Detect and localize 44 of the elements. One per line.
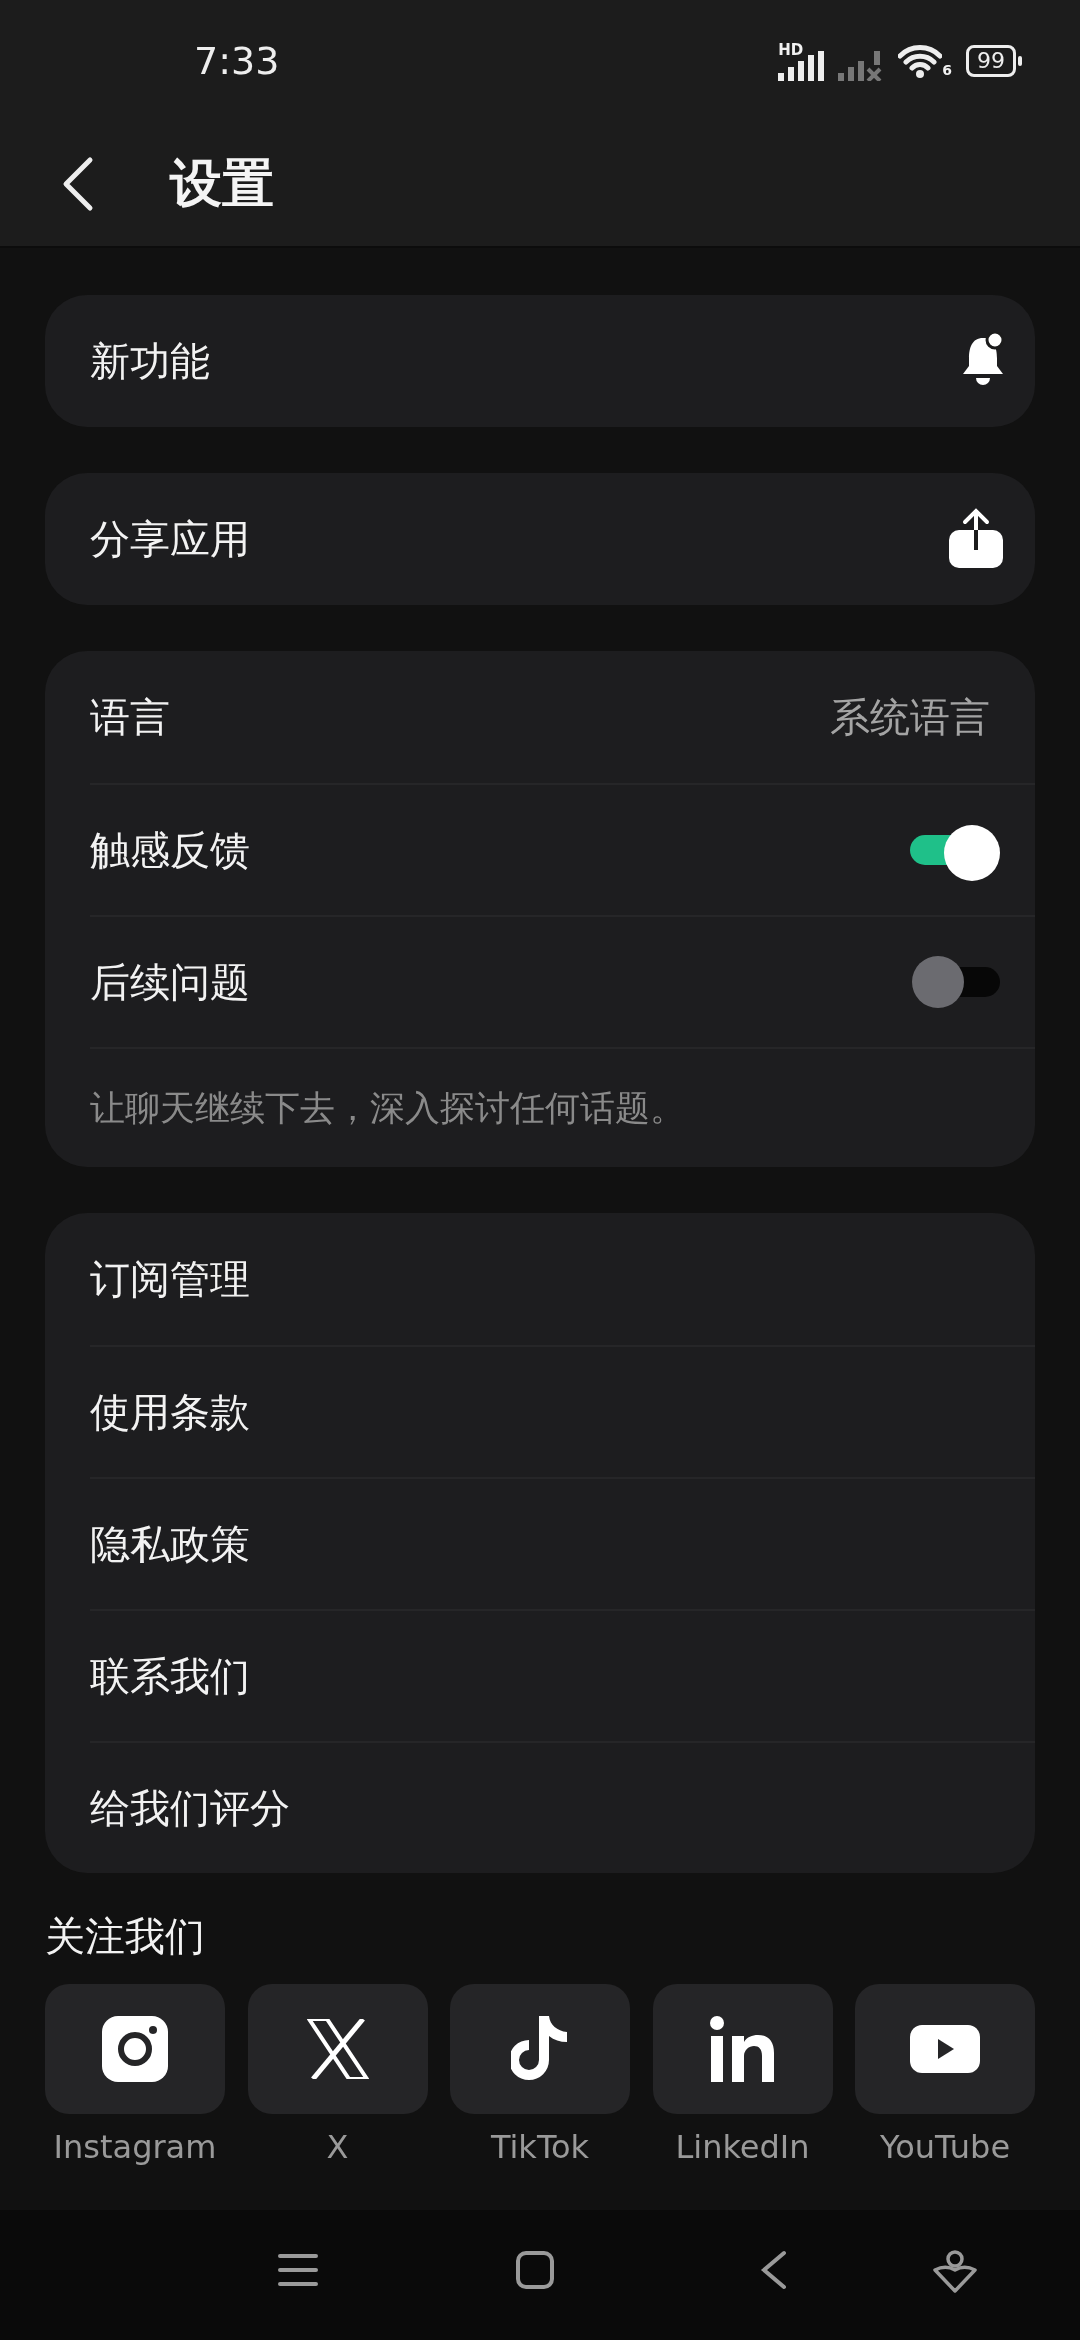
row-label: 后续问题 xyxy=(90,957,251,1007)
back-icon[interactable] xyxy=(760,2250,788,2290)
social-label: Instagram xyxy=(53,2128,217,2166)
row-label: 给我们评分 xyxy=(90,1783,291,1833)
row-label: 订阅管理 xyxy=(90,1254,251,1304)
settings-row[interactable]: 给我们评分 xyxy=(90,1741,1035,1873)
social-label: LinkedIn xyxy=(675,2128,810,2166)
instagram-icon xyxy=(102,2016,168,2082)
linkedin-icon xyxy=(709,2016,776,2082)
row-value: 系统语言 xyxy=(830,692,990,742)
x-icon xyxy=(306,2019,369,2079)
assistant-icon[interactable] xyxy=(932,2250,978,2294)
social-button[interactable] xyxy=(855,1984,1035,2114)
social-button[interactable] xyxy=(652,1984,833,2114)
settings-row[interactable]: 联系我们 xyxy=(90,1609,1035,1741)
settings-row[interactable]: 语言 系统语言 xyxy=(90,651,1035,783)
row-label: 触感反馈 xyxy=(90,825,251,875)
social-button[interactable] xyxy=(247,1984,428,2114)
network-label: HD xyxy=(778,41,804,59)
row-label: 分享应用 xyxy=(90,514,251,564)
settings-row[interactable]: 使用条款 xyxy=(90,1345,1035,1477)
social-label: TikTok xyxy=(490,2128,590,2166)
clock: 7:33 xyxy=(194,39,281,83)
row-label: 使用条款 xyxy=(90,1387,251,1437)
row-label: 联系我们 xyxy=(90,1651,251,1701)
music-note-icon xyxy=(511,2016,569,2082)
row-label: 语言 xyxy=(90,692,171,742)
battery-level: 99 xyxy=(966,45,1016,77)
page-title: 设置 xyxy=(170,152,274,215)
row-label: 新功能 xyxy=(90,336,211,386)
section-title: 关注我们 xyxy=(45,1912,206,1961)
social-label: YouTube xyxy=(879,2128,1011,2166)
social-label: X xyxy=(326,2128,349,2166)
settings-row[interactable]: 隐私政策 xyxy=(90,1477,1035,1609)
wifi-icon xyxy=(898,44,943,78)
row-label: 隐私政策 xyxy=(90,1519,251,1569)
home-button[interactable] xyxy=(515,2250,555,2290)
row-description: 让聊天继续下去，深入探讨任何话题。 xyxy=(90,1086,685,1130)
share-icon xyxy=(947,508,1005,570)
social-button[interactable] xyxy=(45,1984,225,2114)
settings-row[interactable]: 订阅管理 xyxy=(90,1213,1035,1345)
social-button[interactable] xyxy=(450,1984,630,2114)
play-icon xyxy=(910,2025,980,2073)
wifi-label: 6 xyxy=(942,62,952,78)
